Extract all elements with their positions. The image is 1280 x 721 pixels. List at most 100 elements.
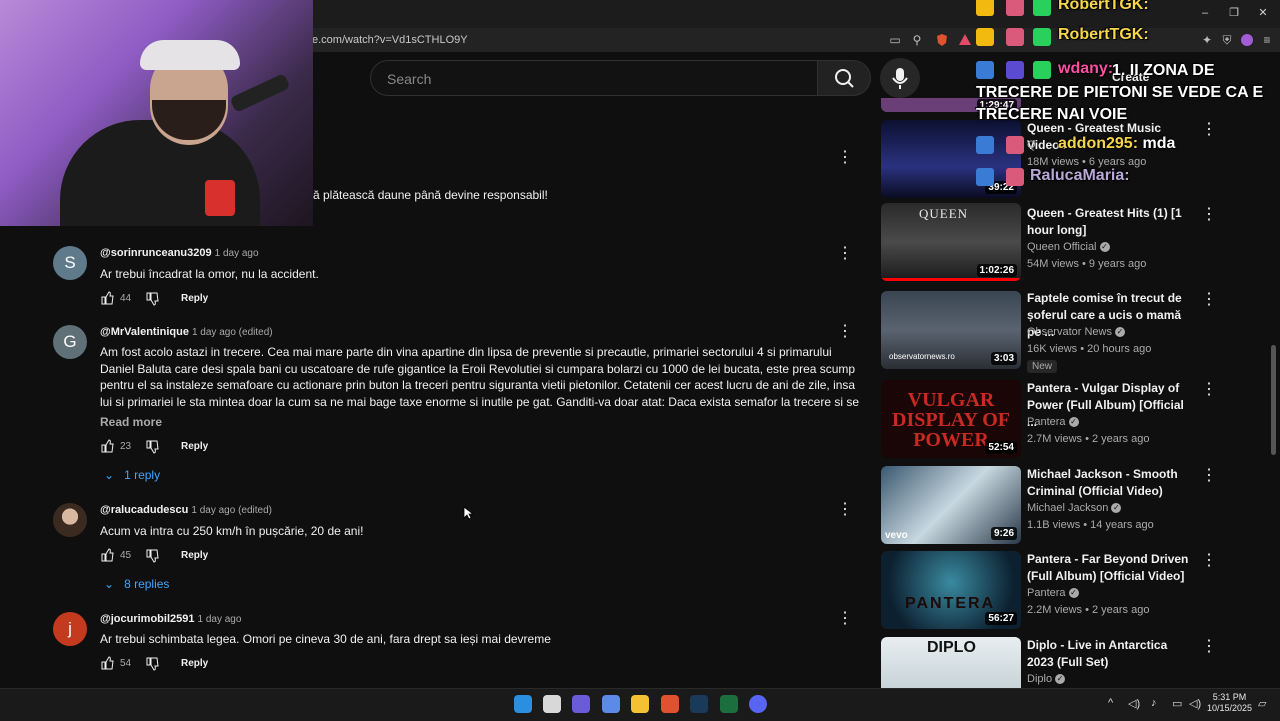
volume-icon[interactable]: ◁): [1189, 697, 1201, 710]
video-title[interactable]: Pantera - Far Beyond Driven (Full Album)…: [1027, 551, 1197, 585]
video-title[interactable]: Queen - Greatest Hits (1) [1 hour long]: [1027, 205, 1197, 239]
replies-toggle[interactable]: ⌄ 1 reply: [104, 468, 160, 482]
read-more-button[interactable]: Read more: [100, 415, 162, 429]
reply-button[interactable]: Reply: [181, 550, 208, 561]
like-icon[interactable]: [100, 548, 114, 565]
search-box[interactable]: [370, 60, 819, 97]
comment-author[interactable]: @MrValentinique 1 day ago (edited): [100, 326, 273, 338]
chat-line: addon295: mda: [1058, 135, 1176, 152]
chevron-down-icon: ⌄: [104, 468, 115, 482]
tray-chevron-icon[interactable]: ^: [1108, 697, 1113, 709]
video-channel[interactable]: Observator News ✓: [1027, 326, 1125, 338]
file-explorer-icon[interactable]: [631, 695, 649, 713]
brave-shield-icon[interactable]: [935, 33, 949, 47]
microphone-icon: [892, 68, 908, 89]
avatar[interactable]: j: [53, 612, 87, 646]
reply-button[interactable]: Reply: [181, 441, 208, 452]
search-button[interactable]: [817, 60, 871, 96]
close-icon[interactable]: ✕: [1256, 6, 1270, 20]
video-channel[interactable]: Pantera ✓: [1027, 587, 1079, 599]
comment-menu-icon[interactable]: ⋮: [837, 500, 853, 520]
copilot-icon[interactable]: [572, 695, 590, 713]
gift-badge-icon: [1033, 28, 1051, 46]
comment-menu-icon[interactable]: ⋮: [837, 148, 853, 168]
video-thumbnail[interactable]: observatornews.ro 3:03: [881, 291, 1021, 369]
thumbnail-logo: vevo: [885, 530, 908, 541]
video-menu-icon[interactable]: ⋮: [1201, 637, 1217, 657]
like-icon[interactable]: [100, 439, 114, 456]
avatar[interactable]: [53, 503, 87, 537]
system-clock[interactable]: 5:31 PM 10/15/2025: [1207, 692, 1252, 714]
video-thumbnail[interactable]: DIPLO: [881, 637, 1021, 688]
reply-button[interactable]: Reply: [181, 293, 208, 304]
verified-icon: ✓: [1111, 503, 1122, 514]
task-view-icon[interactable]: [543, 695, 561, 713]
comment-menu-icon[interactable]: ⋮: [837, 244, 853, 264]
network-icon[interactable]: ▭: [1172, 697, 1182, 710]
dislike-icon[interactable]: [145, 549, 159, 566]
comment-author[interactable]: @sorinrunceanu3209 1 day ago: [100, 247, 259, 259]
minimize-icon[interactable]: –: [1198, 6, 1212, 20]
search-input[interactable]: [385, 61, 809, 97]
comment-author[interactable]: @ralucadudescu 1 day ago (edited): [100, 504, 272, 516]
steam-icon[interactable]: [690, 695, 708, 713]
video-thumbnail[interactable]: vevo 9:26: [881, 466, 1021, 544]
microphone-icon[interactable]: ♪: [1151, 697, 1157, 709]
comment-text: Acum va intra cu 250 km/h în pușcărie, 2…: [100, 524, 364, 538]
vpn-icon[interactable]: ⛨: [1220, 33, 1234, 47]
dislike-icon[interactable]: [145, 292, 159, 309]
video-thumbnail[interactable]: PANTERA 56:27: [881, 551, 1021, 629]
verified-icon: ✓: [1114, 327, 1125, 338]
video-thumbnail[interactable]: QUEEN 1:02:26: [881, 203, 1021, 281]
reply-button[interactable]: Reply: [181, 658, 208, 669]
start-icon[interactable]: [514, 695, 532, 713]
video-title[interactable]: Diplo - Live in Antarctica 2023 (Full Se…: [1027, 637, 1197, 671]
video-thumbnail[interactable]: 39:22: [881, 120, 1021, 198]
video-channel[interactable]: Michael Jackson ✓: [1027, 502, 1122, 514]
dislike-icon[interactable]: [145, 657, 159, 674]
speaker-icon[interactable]: ◁): [1128, 697, 1140, 710]
video-duration: 52:54: [985, 441, 1017, 454]
video-channel[interactable]: Pantera ✓: [1027, 416, 1079, 428]
dislike-icon[interactable]: [145, 440, 159, 457]
video-menu-icon[interactable]: ⋮: [1201, 551, 1217, 571]
rewards-icon[interactable]: [958, 33, 972, 47]
comment-author[interactable]: @jocurimobil2591 1 day ago: [100, 613, 241, 625]
screenshot-icon[interactable]: ▭: [888, 33, 902, 47]
video-menu-icon[interactable]: ⋮: [1201, 466, 1217, 486]
video-channel[interactable]: Queen Official ✓: [1027, 241, 1110, 253]
menu-icon[interactable]: ≡: [1260, 33, 1274, 47]
excel-icon[interactable]: [720, 695, 738, 713]
zoom-icon[interactable]: ⚲: [910, 33, 924, 47]
maximize-icon[interactable]: ❐: [1227, 6, 1241, 20]
notification-icon[interactable]: ▱: [1258, 697, 1266, 710]
comment-time: 1 day ago (edited): [191, 327, 273, 338]
video-meta: 1.1B views • 14 years ago: [1027, 519, 1154, 531]
avatar[interactable]: S: [53, 246, 87, 280]
video-menu-icon[interactable]: ⋮: [1201, 290, 1217, 310]
video-channel[interactable]: Diplo ✓: [1027, 673, 1066, 685]
comment-menu-icon[interactable]: ⋮: [837, 322, 853, 342]
comment-time: 1 day ago (edited): [191, 505, 272, 516]
crown-badge-icon: [976, 0, 994, 16]
chat-username: RobertTGK:: [1058, 26, 1149, 43]
url-text[interactable]: e.com/watch?v=Vd1sCTHLO9Y: [312, 34, 468, 46]
wallet-icon[interactable]: [1240, 33, 1254, 47]
discord-icon[interactable]: [749, 695, 767, 713]
avatar[interactable]: G: [53, 325, 87, 359]
extensions-icon[interactable]: ✦: [1200, 33, 1214, 47]
voice-search-button[interactable]: [880, 58, 920, 98]
like-icon[interactable]: [100, 291, 114, 308]
brave-browser-icon[interactable]: [661, 695, 679, 713]
verified-icon: ✓: [1068, 588, 1079, 599]
comment-menu-icon[interactable]: ⋮: [837, 609, 853, 629]
widgets-icon[interactable]: [602, 695, 620, 713]
video-menu-icon[interactable]: ⋮: [1201, 380, 1217, 400]
video-menu-icon[interactable]: ⋮: [1201, 205, 1217, 225]
like-icon[interactable]: [100, 656, 114, 673]
video-title[interactable]: Michael Jackson - Smooth Criminal (Offic…: [1027, 466, 1197, 500]
video-thumbnail[interactable]: VULGAR DISPLAY OF POWER 52:54: [881, 380, 1021, 458]
scrollbar[interactable]: [1271, 345, 1276, 455]
video-channel[interactable]: Q: [1027, 139, 1036, 151]
replies-toggle[interactable]: ⌄ 8 replies: [104, 577, 169, 591]
